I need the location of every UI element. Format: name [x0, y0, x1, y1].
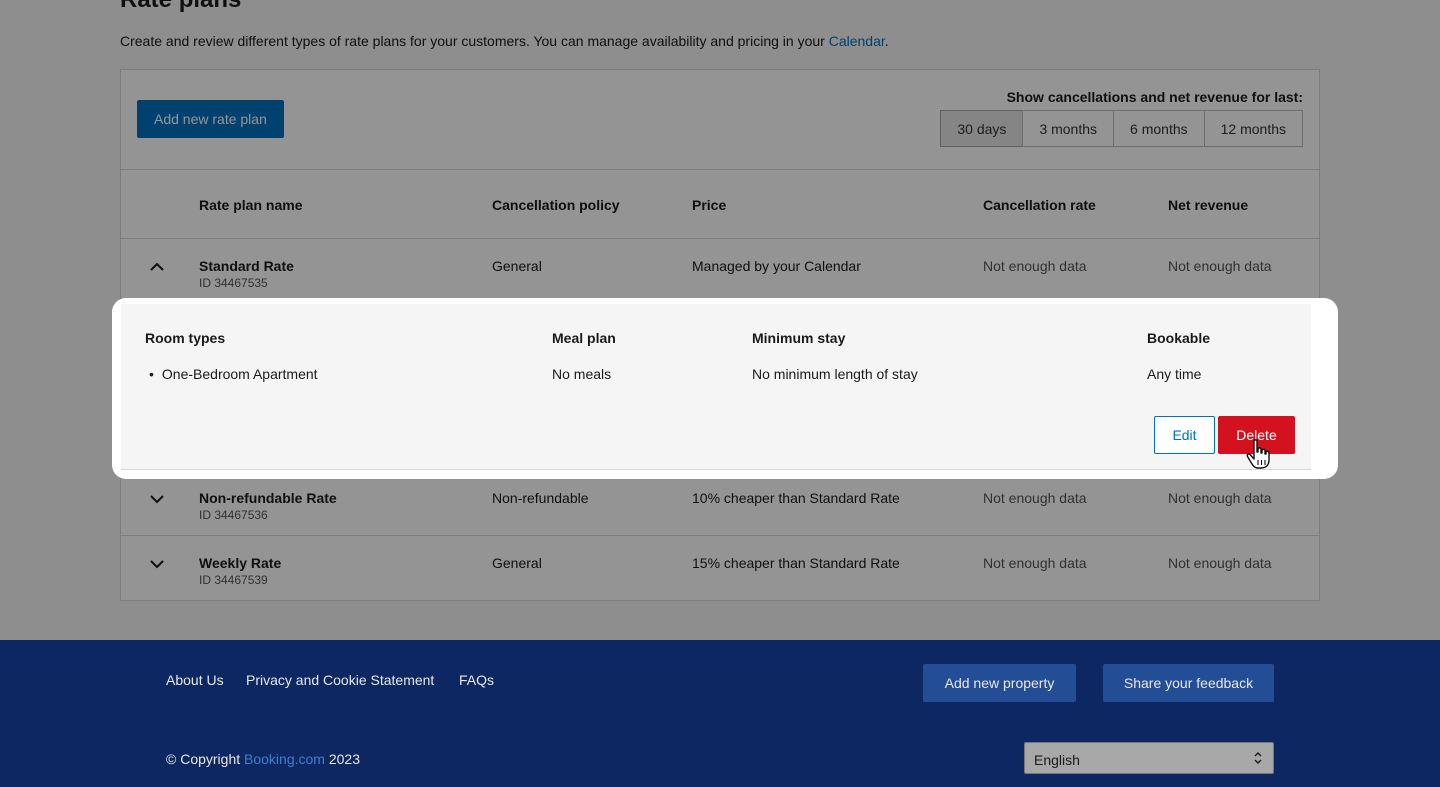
net-revenue-cell: Not enough data	[1168, 258, 1272, 274]
cancellation-policy-cell: General	[492, 555, 542, 571]
detail-header-minimum-stay: Minimum stay	[752, 330, 846, 346]
calendar-link[interactable]: Calendar	[829, 33, 885, 49]
detail-header-meal-plan: Meal plan	[552, 330, 616, 346]
minimum-stay-value: No minimum length of stay	[752, 366, 918, 382]
cancellation-policy-cell: Non-refundable	[492, 490, 589, 506]
price-cell: 10% cheaper than Standard Rate	[692, 490, 900, 506]
card-toolbar: Add new rate plan Show cancellations and…	[121, 70, 1319, 170]
bookable-value: Any time	[1147, 366, 1202, 382]
rate-plan-detail-panel: Room types Meal plan Minimum stay Bookab…	[121, 304, 1311, 470]
footer-link-about-us[interactable]: About Us	[166, 672, 224, 688]
rate-plan-cell: Standard Rate ID 34467535	[199, 258, 294, 290]
cancellation-policy-cell: General	[492, 258, 542, 274]
add-new-property-button[interactable]: Add new property	[923, 664, 1076, 702]
period-label: Show cancellations and net revenue for l…	[1006, 89, 1303, 105]
period-12-months-button[interactable]: 12 months	[1203, 110, 1303, 147]
price-cell: Managed by your Calendar	[692, 258, 861, 274]
cancellation-rate-cell: Not enough data	[983, 490, 1087, 506]
table-row-non-refundable-rate[interactable]: Non-refundable Rate ID 34467536 Non-refu…	[121, 471, 1319, 536]
edit-button[interactable]: Edit	[1154, 416, 1215, 454]
rate-plans-page: Rate plans Create and review different t…	[0, 0, 1440, 787]
highlight-frame: Room types Meal plan Minimum stay Bookab…	[112, 298, 1338, 479]
header-rate-plan-name: Rate plan name	[199, 197, 303, 213]
cancellation-rate-cell: Not enough data	[983, 258, 1087, 274]
bullet-icon: •	[149, 366, 154, 382]
chevron-down-icon[interactable]	[147, 554, 167, 574]
header-price: Price	[692, 197, 727, 213]
net-revenue-cell: Not enough data	[1168, 490, 1272, 506]
period-6-months-button[interactable]: 6 months	[1113, 110, 1205, 147]
room-type-item: • One-Bedroom Apartment	[145, 366, 318, 382]
rate-plan-id: ID 34467535	[199, 276, 268, 290]
period-3-months-button[interactable]: 3 months	[1022, 110, 1115, 147]
select-arrows-icon	[1254, 752, 1262, 764]
page-description-text: Create and review different types of rat…	[120, 33, 829, 49]
period-30-days-button[interactable]: 30 days	[940, 110, 1024, 147]
language-value: English	[1034, 752, 1080, 768]
rate-plan-cell: Weekly Rate ID 34467539	[199, 555, 281, 587]
table-row-weekly-rate[interactable]: Weekly Rate ID 34467539 General 15% chea…	[121, 536, 1319, 601]
page-title: Rate plans	[120, 0, 241, 14]
footer: About Us Privacy and Cookie Statement FA…	[0, 640, 1440, 787]
net-revenue-cell: Not enough data	[1168, 555, 1272, 571]
rate-plan-name: Weekly Rate	[199, 555, 282, 571]
header-cancellation-rate: Cancellation rate	[983, 197, 1096, 213]
header-cancellation-policy: Cancellation policy	[492, 197, 620, 213]
detail-header-room-types: Room types	[145, 330, 226, 346]
price-cell: 15% cheaper than Standard Rate	[692, 555, 900, 571]
page-description-end: .	[884, 33, 889, 49]
rate-plan-name: Non-refundable Rate	[199, 490, 337, 506]
detail-header-bookable: Bookable	[1147, 330, 1211, 346]
brand-link[interactable]: Booking.com	[244, 751, 325, 767]
period-selector: 30 days 3 months 6 months 12 months	[940, 110, 1303, 147]
footer-link-faqs[interactable]: FAQs	[459, 672, 494, 688]
table-row-standard-rate[interactable]: Standard Rate ID 34467535 General Manage…	[121, 239, 1319, 304]
rate-plan-name: Standard Rate	[199, 258, 294, 274]
footer-link-privacy[interactable]: Privacy and Cookie Statement	[246, 672, 434, 688]
chevron-up-icon[interactable]	[147, 257, 167, 277]
copyright-year: 2023	[324, 751, 360, 767]
hand-pointer-icon	[1246, 439, 1270, 469]
table-header: Rate plan name Cancellation policy Price…	[121, 170, 1319, 239]
rate-plan-id: ID 34467539	[199, 573, 268, 587]
rate-plan-cell: Non-refundable Rate ID 34467536	[199, 490, 337, 522]
rate-plan-id: ID 34467536	[199, 508, 268, 522]
header-net-revenue: Net revenue	[1168, 197, 1249, 213]
language-select[interactable]: English	[1024, 742, 1274, 774]
meal-plan-value: No meals	[552, 366, 612, 382]
copyright: © Copyright Booking.com 2023	[166, 751, 360, 767]
share-feedback-button[interactable]: Share your feedback	[1103, 664, 1274, 702]
chevron-down-icon[interactable]	[147, 489, 167, 509]
cancellation-rate-cell: Not enough data	[983, 555, 1087, 571]
page-description: Create and review different types of rat…	[120, 33, 889, 49]
add-rate-plan-button[interactable]: Add new rate plan	[137, 100, 284, 138]
room-type-label: One-Bedroom Apartment	[161, 366, 318, 382]
copyright-prefix: © Copyright	[166, 751, 245, 767]
